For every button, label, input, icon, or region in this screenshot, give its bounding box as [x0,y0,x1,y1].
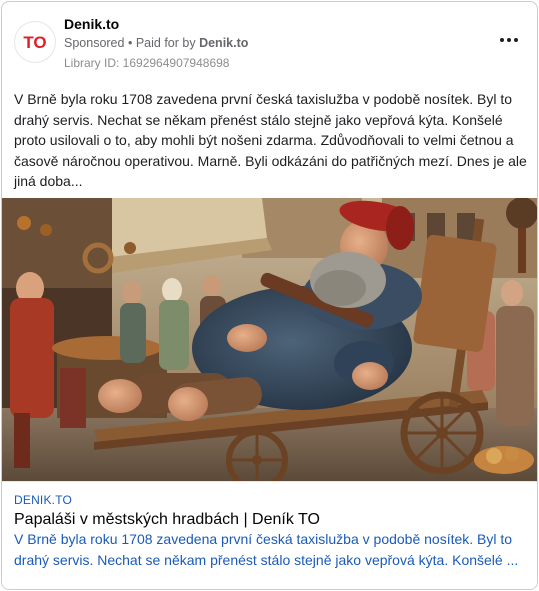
meta-separator: • [127,36,133,50]
page-avatar[interactable]: TO [14,21,56,63]
paid-for-by-label: Paid for by [135,36,196,50]
denik-to-logo-icon: TO [17,24,53,60]
link-description: V Brně byla roku 1708 zavedena první čes… [14,531,519,568]
payer-name[interactable]: Denik.to [199,36,248,50]
more-options-icon [500,38,518,42]
post-body: V Brně byla roku 1708 zavedena první čes… [14,91,527,189]
logo-text: TO [23,33,46,52]
link-domain: DENIK.TO [14,493,73,507]
link-preview[interactable]: DENIK.TO Papaláši v městských hradbách |… [2,481,537,589]
ad-card: TO Denik.to Sponsored • Paid for by Deni… [1,1,538,590]
more-options-button[interactable] [497,30,521,50]
post-image[interactable] [2,198,537,481]
sponsored-line: Sponsored • Paid for by Denik.to [64,36,248,50]
page-name[interactable]: Denik.to [64,16,119,32]
market-scene-illustration [2,198,537,481]
link-title[interactable]: Papaláši v městských hradbách | Deník TO [14,511,320,529]
library-id: Library ID: 1692964907948698 [64,56,230,70]
post-header: TO Denik.to Sponsored • Paid for by Deni… [2,2,537,82]
sponsored-label: Sponsored [64,36,125,50]
